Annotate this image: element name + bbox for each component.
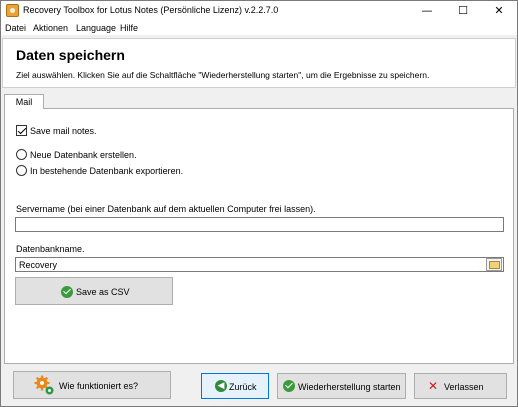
start-recovery-button[interactable]: Wiederherstellung starten <box>277 373 406 399</box>
x-icon: ✕ <box>427 379 439 393</box>
close-button[interactable]: ✕ <box>481 1 517 21</box>
app-icon <box>6 4 19 17</box>
title-bar[interactable]: Recovery Toolbox for Lotus Notes (Persön… <box>1 1 517 21</box>
tab-panel-mail <box>4 108 514 364</box>
page-subtitle: Ziel auswählen. Klicken Sie auf die Scha… <box>16 70 430 80</box>
window-title: Recovery Toolbox for Lotus Notes (Persön… <box>23 5 279 15</box>
new-database-radio[interactable] <box>16 149 27 160</box>
back-label: Zurück <box>229 382 257 392</box>
how-it-works-button[interactable]: Wie funktioniert es? <box>13 371 171 399</box>
menu-item-hilfe[interactable]: Hilfe <box>120 23 138 33</box>
browse-button[interactable] <box>486 258 502 271</box>
existing-database-radio[interactable] <box>16 165 27 176</box>
menu-item-datei[interactable]: Datei <box>5 23 26 33</box>
menu-bar: Datei Aktionen Language Hilfe <box>1 21 517 36</box>
tab-mail[interactable]: Mail <box>4 94 44 109</box>
save-mail-notes-checkbox[interactable] <box>16 125 27 136</box>
back-arrow-icon: ◀ <box>215 380 227 392</box>
menu-item-language[interactable]: Language <box>76 23 116 33</box>
page-header: Daten speichern Ziel auswählen. Klicken … <box>2 38 516 88</box>
minimize-button[interactable]: — <box>409 1 445 21</box>
save-as-csv-button[interactable]: Save as CSV <box>15 277 173 305</box>
database-name-label: Datenbankname. <box>16 244 85 254</box>
maximize-button[interactable]: ☐ <box>445 1 481 21</box>
folder-icon <box>489 261 500 269</box>
save-mail-notes-label: Save mail notes. <box>30 126 97 136</box>
existing-database-label: In bestehende Datenbank exportieren. <box>30 166 184 176</box>
app-window: Recovery Toolbox for Lotus Notes (Persön… <box>0 0 518 407</box>
page-title: Daten speichern <box>16 47 125 63</box>
new-database-label: Neue Datenbank erstellen. <box>30 150 137 160</box>
check-icon <box>61 286 73 298</box>
exit-label: Verlassen <box>444 382 484 392</box>
check-icon <box>283 380 295 392</box>
menu-item-aktionen[interactable]: Aktionen <box>33 23 68 33</box>
servername-label: Servername (bei einer Datenbank auf dem … <box>16 204 316 214</box>
database-name-input[interactable] <box>15 257 504 272</box>
exit-button[interactable]: ✕ Verlassen <box>414 373 507 399</box>
servername-input[interactable] <box>15 217 504 232</box>
how-it-works-label: Wie funktioniert es? <box>59 381 139 391</box>
save-as-csv-label: Save as CSV <box>76 287 130 297</box>
gears-icon <box>34 375 54 395</box>
start-recovery-label: Wiederherstellung starten <box>298 382 401 392</box>
back-button[interactable]: ◀ Zurück <box>201 373 269 399</box>
